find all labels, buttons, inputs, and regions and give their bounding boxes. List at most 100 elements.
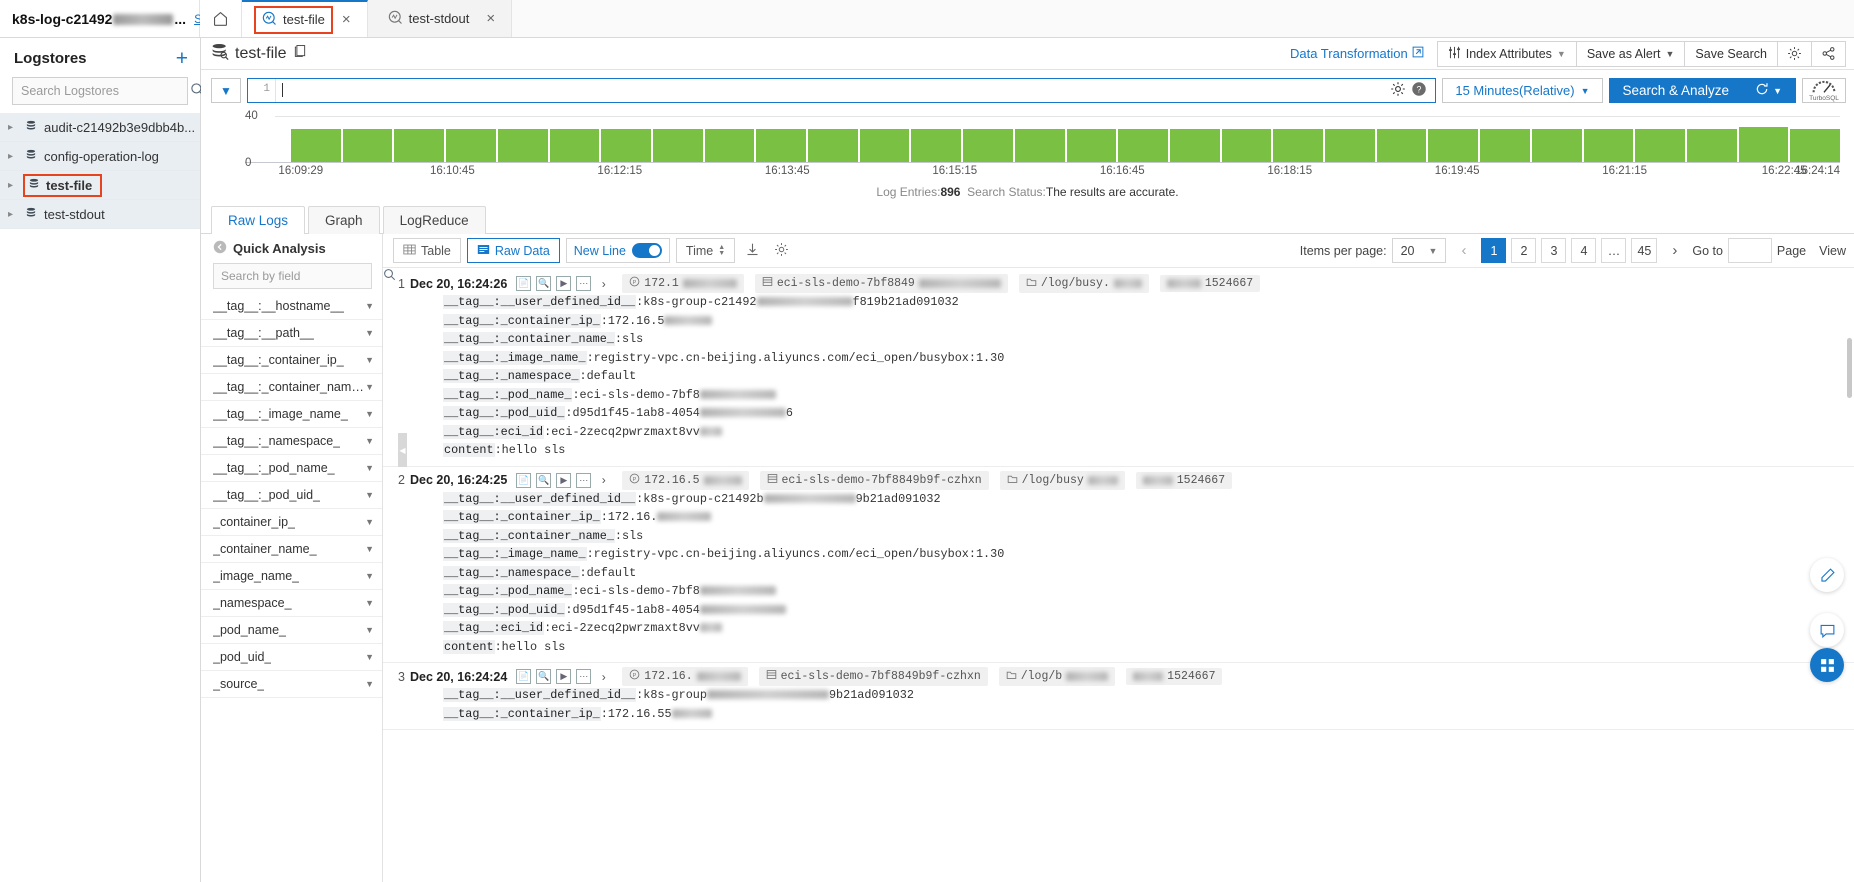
- query-editor[interactable]: 1 ?: [247, 78, 1437, 103]
- project-selector[interactable]: k8s-log-c21492... Switch: [0, 0, 229, 37]
- query-input[interactable]: [276, 79, 1382, 102]
- quick-analysis-field[interactable]: __tag__:_container_ip_ ▼: [201, 347, 382, 374]
- chart-bar[interactable]: [549, 129, 600, 162]
- tab-logreduce[interactable]: LogReduce: [382, 206, 486, 234]
- copy-icon[interactable]: 📄: [516, 669, 532, 684]
- chart-bar[interactable]: [704, 129, 755, 162]
- chart-bar[interactable]: [394, 129, 445, 162]
- chart-bar[interactable]: [1635, 129, 1685, 162]
- collapse-query-button[interactable]: ▼: [211, 78, 241, 103]
- chevron-down-icon[interactable]: ▼: [365, 517, 374, 527]
- log-field-key[interactable]: content: [443, 443, 495, 457]
- tab-raw-logs[interactable]: Raw Logs: [211, 206, 306, 234]
- gear-icon[interactable]: [770, 242, 793, 260]
- log-field-key[interactable]: __tag__:_image_name_: [443, 350, 587, 365]
- log-chip[interactable]: eci-sls-demo-7bf8849b9f-czhxn: [758, 667, 988, 686]
- chart-bar[interactable]: [1014, 129, 1065, 162]
- quick-analysis-field[interactable]: __tag__:__hostname__ ▼: [201, 293, 382, 320]
- tab-graph[interactable]: Graph: [308, 206, 380, 234]
- search-logstores-field[interactable]: [12, 77, 204, 105]
- log-entry[interactable]: 1 Dec 20, 16:24:26 📄 🔍 ▶ ⋯ › P 172.1 eci-sls-demo…: [383, 270, 1854, 467]
- log-field-key[interactable]: __tag__:_pod_name_: [443, 584, 573, 598]
- copy-icon[interactable]: 📄: [516, 472, 532, 488]
- expand-icon[interactable]: ›: [596, 472, 612, 488]
- search-context-icon[interactable]: 🔍: [536, 669, 552, 684]
- log-field-key[interactable]: __tag__:__user_defined_id__: [443, 688, 637, 702]
- goto-page-input[interactable]: [1727, 238, 1772, 263]
- play-icon[interactable]: ▶: [556, 276, 572, 291]
- chevron-down-icon[interactable]: ▼: [365, 463, 374, 473]
- chevron-down-icon[interactable]: ▼: [365, 355, 374, 365]
- field-search-input[interactable]: [214, 269, 383, 283]
- chart-bar[interactable]: [859, 129, 910, 162]
- chart-bar[interactable]: [446, 129, 496, 162]
- log-field-key[interactable]: __tag__:__user_defined_id__: [443, 295, 637, 309]
- save-as-alert-button[interactable]: Save as Alert ▼: [1575, 40, 1686, 67]
- log-chip[interactable]: 1524667: [1126, 668, 1223, 685]
- log-field-key[interactable]: __tag__:_container_name_: [443, 528, 615, 543]
- sidebar-item-config-operation-log[interactable]: ▸ config-operation-log: [0, 142, 200, 171]
- data-transformation-link[interactable]: Data Transformation: [1290, 46, 1438, 61]
- chart-bar[interactable]: [1273, 129, 1324, 162]
- more-icon[interactable]: ⋯: [576, 472, 592, 488]
- sidebar-item-test-file[interactable]: ▸ test-file: [0, 171, 200, 200]
- chevron-down-icon[interactable]: ▼: [365, 571, 374, 581]
- chevron-down-icon[interactable]: ▼: [365, 544, 374, 554]
- close-icon[interactable]: ×: [482, 10, 499, 27]
- chevron-down-icon[interactable]: ▼: [365, 328, 374, 338]
- log-field-key[interactable]: __tag__:_namespace_: [443, 369, 580, 383]
- log-field-key[interactable]: __tag__:_pod_name_: [443, 387, 573, 402]
- chart-bar[interactable]: [1686, 129, 1737, 162]
- sidebar-item-audit-c21492b3e9dbb4b-[interactable]: ▸ audit-c21492b3e9dbb4b...: [0, 113, 200, 142]
- log-chip[interactable]: /log/busy: [999, 470, 1125, 490]
- expand-icon[interactable]: ›: [596, 669, 612, 684]
- apps-icon[interactable]: [1810, 648, 1844, 682]
- chart-bar[interactable]: [1480, 129, 1530, 162]
- log-entry[interactable]: 3 Dec 20, 16:24:24 📄 🔍 ▶ ⋯ › P 172.16. eci-sls-de…: [383, 663, 1854, 730]
- index-attributes-button[interactable]: Index Attributes ▼: [1436, 40, 1577, 67]
- quick-analysis-field[interactable]: __tag__:_image_name_ ▼: [201, 401, 382, 428]
- log-entry-list[interactable]: 1 Dec 20, 16:24:26 📄 🔍 ▶ ⋯ › P 172.1 eci-sls-demo…: [383, 268, 1854, 882]
- log-chip[interactable]: eci-sls-demo-7bf8849b9f-czhxn: [759, 470, 989, 490]
- log-chip[interactable]: P 172.16.5: [622, 470, 749, 490]
- chevron-down-icon[interactable]: ▼: [365, 490, 374, 500]
- chart-bar[interactable]: [1738, 126, 1789, 162]
- chart-bar[interactable]: [1325, 129, 1375, 162]
- log-chip[interactable]: 1524667: [1135, 471, 1233, 489]
- chevron-down-icon[interactable]: ▼: [365, 652, 374, 662]
- collapse-left-icon[interactable]: [213, 240, 227, 257]
- table-view-button[interactable]: Table: [393, 238, 461, 263]
- log-chip[interactable]: 1524667: [1159, 275, 1261, 292]
- chart-bar[interactable]: [1428, 129, 1479, 162]
- play-icon[interactable]: ▶: [556, 669, 572, 684]
- download-icon[interactable]: [741, 242, 764, 260]
- log-field-key[interactable]: __tag__:_container_name_: [443, 332, 615, 346]
- chart-bar[interactable]: [1583, 129, 1634, 162]
- log-field-key[interactable]: __tag__:_container_ip_: [443, 313, 601, 328]
- chart-bar[interactable]: [601, 129, 651, 162]
- log-field-key[interactable]: __tag__:_container_ip_: [443, 510, 601, 524]
- quick-analysis-field[interactable]: __tag__:_container_name_ ▼: [201, 374, 382, 401]
- chart-bar[interactable]: [1118, 129, 1168, 162]
- copy-icon[interactable]: [293, 44, 307, 63]
- chevron-down-icon[interactable]: ▼: [365, 679, 374, 689]
- quick-analysis-field[interactable]: _container_name_ ▼: [201, 536, 382, 563]
- more-icon[interactable]: ⋯: [576, 276, 592, 291]
- chevron-down-icon[interactable]: ▼: [365, 598, 374, 608]
- page-button-4[interactable]: 4: [1571, 238, 1597, 263]
- log-chip[interactable]: P 172.1: [622, 274, 744, 293]
- quick-analysis-field[interactable]: _container_ip_ ▼: [201, 509, 382, 536]
- log-chip[interactable]: /log/busy.: [1018, 274, 1149, 293]
- quick-analysis-field[interactable]: __tag__:_namespace_ ▼: [201, 428, 382, 455]
- play-icon[interactable]: ▶: [556, 472, 572, 488]
- quick-analysis-field[interactable]: _pod_name_ ▼: [201, 617, 382, 644]
- chevron-down-icon[interactable]: ▼: [1773, 86, 1782, 96]
- gear-icon[interactable]: [1777, 40, 1812, 67]
- tab-test-file[interactable]: test-file ×: [242, 0, 368, 37]
- quick-analysis-field[interactable]: _source_ ▼: [201, 671, 382, 698]
- time-range-selector[interactable]: 15 Minutes(Relative) ▼: [1442, 78, 1603, 103]
- prev-page-button[interactable]: ‹: [1451, 238, 1477, 263]
- chevron-down-icon[interactable]: ▼: [365, 382, 374, 392]
- scrollbar-thumb[interactable]: [1847, 338, 1852, 398]
- chevron-down-icon[interactable]: ▼: [365, 436, 374, 446]
